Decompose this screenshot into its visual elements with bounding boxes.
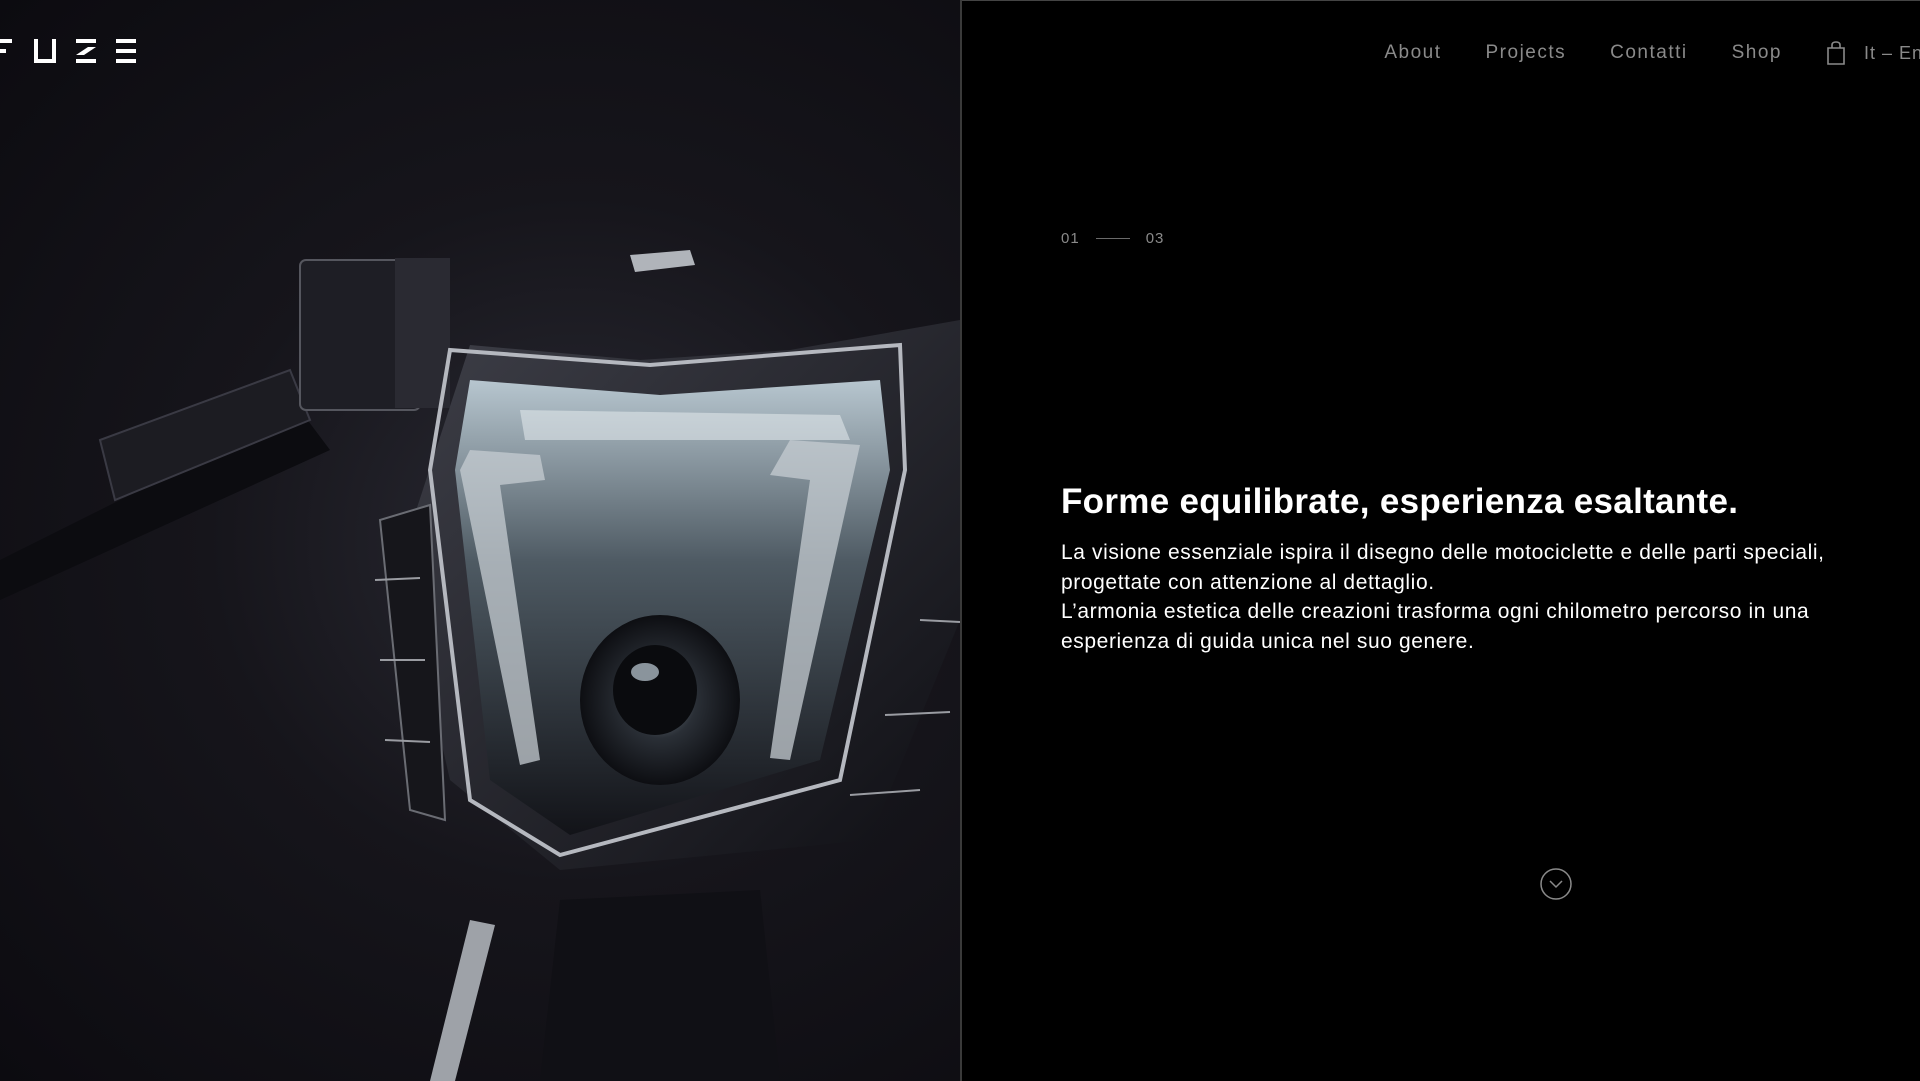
nav-contatti[interactable]: Contatti xyxy=(1610,42,1687,64)
slide-counter: 01 03 xyxy=(1061,230,1164,247)
hero-paragraph-1: La visione essenziale ispira il disegno … xyxy=(1061,541,1825,594)
main-nav: About Projects Contatti Shop It – En xyxy=(1384,38,1920,68)
fuze-logo-mark xyxy=(0,39,136,63)
fuze-logo[interactable] xyxy=(0,38,142,64)
nav-shop[interactable]: Shop xyxy=(1732,42,1782,64)
slide-total: 03 xyxy=(1145,230,1165,247)
shopping-bag-icon[interactable] xyxy=(1826,41,1846,65)
page: About Projects Contatti Shop It – En 01 … xyxy=(0,0,1920,1081)
motorcycle-headlight-photo xyxy=(0,0,960,1081)
slide-current: 01 xyxy=(1061,230,1080,247)
panel-divider xyxy=(960,0,962,1081)
slide-counter-line xyxy=(1095,238,1130,239)
language-switcher[interactable]: It – En xyxy=(1864,43,1920,64)
chevron-down-circle-icon[interactable] xyxy=(1540,868,1572,900)
nav-about[interactable]: About xyxy=(1384,42,1441,64)
nav-projects[interactable]: Projects xyxy=(1486,42,1567,64)
hero-headline: Forme equilibrate, esperienza esaltante. xyxy=(1061,482,1739,521)
hero-paragraph-2: L’armonia estetica delle creazioni trasf… xyxy=(1061,600,1810,653)
hero-description: La visione essenziale ispira il disegno … xyxy=(1061,538,1881,656)
